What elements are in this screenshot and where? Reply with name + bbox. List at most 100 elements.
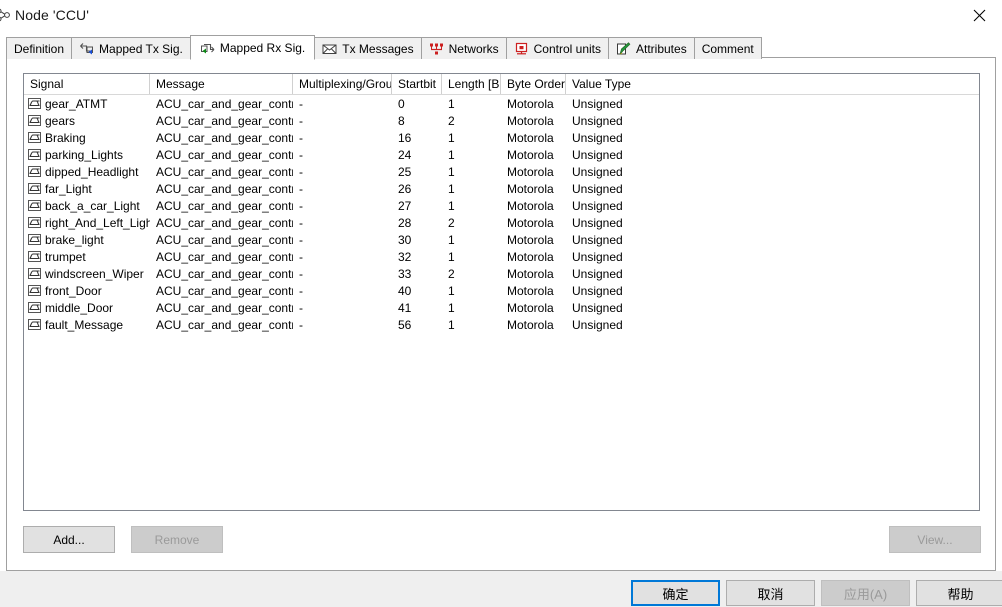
cell-signal: back_a_car_Light — [24, 199, 150, 213]
tab-control-units[interactable]: Control units — [505, 37, 609, 59]
signal-name: front_Door — [45, 283, 102, 298]
cell-value: Unsigned — [572, 232, 623, 247]
table-row[interactable]: right_And_Left_Light ACU_car_and_gear_con… — [24, 214, 979, 231]
mapped-rx-signals-list[interactable]: Signal Message Multiplexing/Group Startb… — [23, 73, 980, 511]
cell-mux: - — [299, 232, 303, 247]
remove-button: Remove — [131, 526, 223, 553]
tab-networks[interactable]: Networks — [420, 37, 507, 59]
window-title: Node 'CCU' — [15, 7, 90, 23]
signal-name: Braking — [45, 130, 86, 145]
cell-start: 33 — [398, 266, 412, 281]
cell-length: 1 — [448, 96, 455, 111]
table-row[interactable]: parking_Lights ACU_car_and_gear_control - 2… — [24, 146, 979, 163]
signal-icon — [28, 166, 41, 177]
tab-attributes[interactable]: Attributes — [608, 37, 695, 59]
signal-icon — [28, 285, 41, 296]
cell-start: 28 — [398, 215, 412, 230]
help-button[interactable]: 帮助 — [916, 580, 1002, 606]
signal-icon — [28, 319, 41, 330]
cell-mux: - — [299, 283, 303, 298]
signal-name: gears — [45, 113, 76, 128]
table-row[interactable]: gear_ATMT ACU_car_and_gear_control - 0 1 Moto… — [24, 95, 979, 112]
tab-label: Tx Messages — [342, 41, 414, 56]
cell-start: 16 — [398, 130, 412, 145]
signal-name: gear_ATMT — [45, 96, 108, 111]
cell-mux: - — [299, 300, 303, 315]
envelope-icon — [322, 42, 337, 56]
tab-mapped-rx-sig[interactable]: Mapped Rx Sig. — [189, 35, 316, 60]
cell-signal: fault_Message — [24, 318, 150, 332]
signal-name: brake_light — [45, 232, 104, 247]
cell-message: ACU_car_and_gear_control — [156, 130, 293, 145]
cell-signal: middle_Door — [24, 301, 150, 315]
column-header-multiplexing[interactable]: Multiplexing/Group — [293, 74, 392, 94]
cell-border: Motorola — [507, 232, 554, 247]
cell-length: 1 — [448, 232, 455, 247]
cell-border: Motorola — [507, 249, 554, 264]
network-icon — [429, 42, 444, 56]
signal-name: dipped_Headlight — [45, 164, 139, 179]
table-row[interactable]: fault_Message ACU_car_and_gear_control - 56… — [24, 316, 979, 333]
table-row[interactable]: trumpet ACU_car_and_gear_control - 32 1 Motor… — [24, 248, 979, 265]
cell-mux: - — [299, 181, 303, 196]
cell-value: Unsigned — [572, 215, 623, 230]
cell-message: ACU_car_and_gear_control — [156, 266, 293, 281]
table-row[interactable]: windscreen_Wiper ACU_car_and_gear_control… — [24, 265, 979, 282]
cell-message: ACU_car_and_gear_control — [156, 181, 293, 196]
table-row[interactable]: brake_light ACU_car_and_gear_control - 30 1 M… — [24, 231, 979, 248]
table-row[interactable]: front_Door ACU_car_and_gear_control - 40 1 Mo… — [24, 282, 979, 299]
cell-start: 41 — [398, 300, 412, 315]
cell-border: Motorola — [507, 317, 554, 332]
cell-message: ACU_car_and_gear_control — [156, 147, 293, 162]
signal-icon — [28, 132, 41, 143]
cell-border: Motorola — [507, 130, 554, 145]
column-header-value-type[interactable]: Value Type — [566, 74, 666, 94]
table-row[interactable]: gears ACU_car_and_gear_control - 8 2 Motorola… — [24, 112, 979, 129]
cell-start: 8 — [398, 113, 405, 128]
signal-icon — [28, 302, 41, 313]
cell-mux: - — [299, 130, 303, 145]
column-header-message[interactable]: Message — [150, 74, 293, 94]
cell-message: ACU_car_and_gear_control — [156, 164, 293, 179]
cell-start: 27 — [398, 198, 412, 213]
cell-start: 24 — [398, 147, 412, 162]
cell-value: Unsigned — [572, 283, 623, 298]
signal-name: parking_Lights — [45, 147, 124, 162]
column-header-signal[interactable]: Signal — [24, 74, 150, 94]
cell-mux: - — [299, 113, 303, 128]
table-row[interactable]: Braking ACU_car_and_gear_control - 16 1 Motor… — [24, 129, 979, 146]
cell-signal: parking_Lights — [24, 148, 150, 162]
rx-signal-icon — [200, 41, 215, 55]
cell-mux: - — [299, 164, 303, 179]
cell-border: Motorola — [507, 181, 554, 196]
apply-button: 应用(A) — [821, 580, 910, 606]
cell-start: 32 — [398, 249, 412, 264]
signal-icon — [28, 183, 41, 194]
column-header-byte-order[interactable]: Byte Order — [501, 74, 566, 94]
signal-icon — [28, 115, 41, 126]
tab-mapped-tx-sig[interactable]: Mapped Tx Sig. — [71, 37, 191, 59]
cell-border: Motorola — [507, 113, 554, 128]
table-row[interactable]: dipped_Headlight ACU_car_and_gear_control… — [24, 163, 979, 180]
list-header-row: Signal Message Multiplexing/Group Startb… — [24, 74, 979, 95]
tab-label: Attributes — [636, 41, 687, 56]
cell-value: Unsigned — [572, 249, 623, 264]
cell-border: Motorola — [507, 164, 554, 179]
add-button[interactable]: Add... — [23, 526, 115, 553]
column-header-length[interactable]: Length [Bit] — [442, 74, 501, 94]
ok-button[interactable]: 确定 — [631, 580, 720, 606]
signal-icon — [28, 200, 41, 211]
tab-definition[interactable]: Definition — [6, 37, 73, 59]
table-row[interactable]: middle_Door ACU_car_and_gear_control - 41 1 M… — [24, 299, 979, 316]
cell-length: 1 — [448, 130, 455, 145]
tab-comment[interactable]: Comment — [693, 37, 762, 59]
column-header-startbit[interactable]: Startbit — [392, 74, 442, 94]
tab-tx-messages[interactable]: Tx Messages — [314, 37, 422, 59]
table-row[interactable]: far_Light ACU_car_and_gear_control - 26 1 Mot… — [24, 180, 979, 197]
table-row[interactable]: back_a_car_Light ACU_car_and_gear_control… — [24, 197, 979, 214]
cell-start: 56 — [398, 317, 412, 332]
cancel-button[interactable]: 取消 — [726, 580, 815, 606]
cell-length: 2 — [448, 113, 455, 128]
close-icon[interactable] — [957, 0, 1002, 30]
cell-start: 26 — [398, 181, 412, 196]
